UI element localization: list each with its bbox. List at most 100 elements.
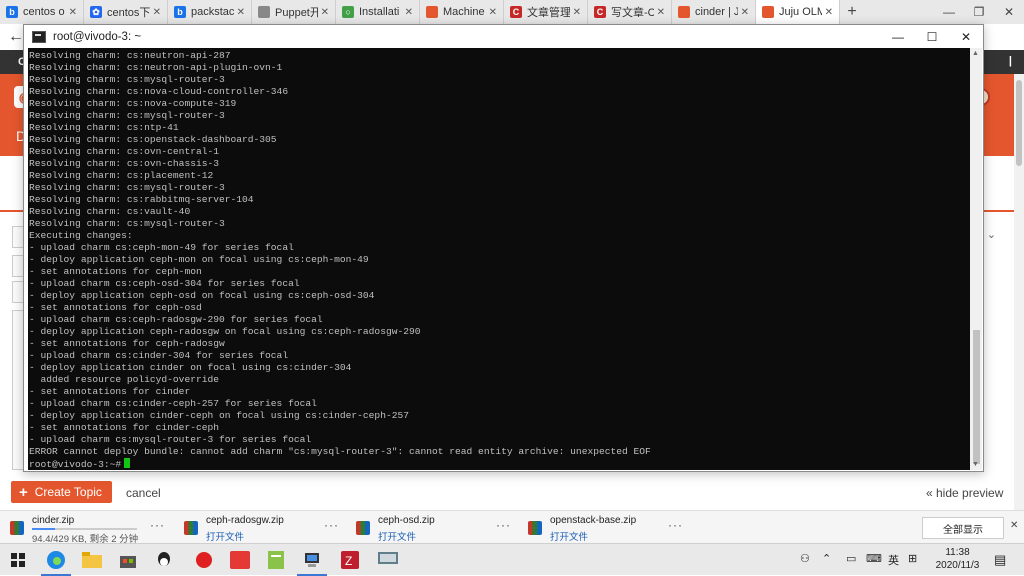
notepad-icon[interactable] bbox=[264, 548, 288, 572]
download-more-icon[interactable]: ··· bbox=[150, 518, 165, 532]
terminal-line: Resolving charm: cs:neutron-api-plugin-o… bbox=[29, 62, 283, 73]
download-more-icon[interactable]: ··· bbox=[668, 518, 683, 532]
tab-close-icon[interactable]: ✕ bbox=[69, 7, 77, 18]
restore-icon[interactable]: ❐ bbox=[964, 0, 994, 24]
remote-desktop-icon[interactable] bbox=[376, 548, 400, 572]
putty-icon[interactable] bbox=[300, 548, 324, 572]
terminal-titlebar[interactable]: root@vivodo-3: ~ — ☐ ✕ bbox=[24, 25, 983, 48]
terminal-close-icon[interactable]: ✕ bbox=[949, 25, 983, 48]
cancel-link[interactable]: cancel bbox=[126, 486, 161, 500]
terminal-prompt-line[interactable]: root@vivodo-3:~# bbox=[29, 458, 970, 470]
edge-browser-icon[interactable] bbox=[44, 548, 68, 572]
close-icon[interactable]: ✕ bbox=[994, 0, 1024, 24]
terminal-minimize-icon[interactable]: — bbox=[881, 25, 915, 48]
system-clock[interactable]: 11:38 2020/11/3 bbox=[930, 546, 985, 572]
terminal-line: Resolving charm: cs:nova-compute-319 bbox=[29, 98, 237, 109]
terminal-maximize-icon[interactable]: ☐ bbox=[915, 25, 949, 48]
terminal-output[interactable]: Resolving charm: cs:neutron-api-287 Resol… bbox=[28, 48, 970, 470]
chevron-down-icon[interactable]: ⌄ bbox=[987, 228, 996, 241]
tray-people-icon[interactable]: ⚇ bbox=[800, 552, 810, 565]
terminal-line: - set annotations for cinder bbox=[29, 386, 191, 397]
browser-tab[interactable]: cinder | J ✕ bbox=[672, 0, 756, 24]
terminal-line: Resolving charm: cs:mysql-router-3 bbox=[29, 182, 225, 193]
browser-tab[interactable]: b packstac ✕ bbox=[168, 0, 252, 24]
tab-close-icon[interactable]: ✕ bbox=[153, 7, 161, 18]
browser-tab[interactable]: Puppet开 ✕ bbox=[252, 0, 336, 24]
open-file-link[interactable]: 打开文件 bbox=[550, 529, 660, 543]
browser-tab[interactable]: ○ Installati ✕ bbox=[336, 0, 420, 24]
open-file-link[interactable]: 打开文件 bbox=[378, 529, 488, 543]
tab-favicon-icon: C bbox=[594, 6, 606, 18]
browser-tab[interactable]: Juju OLM ✕ bbox=[756, 0, 840, 24]
clock-date: 2020/11/3 bbox=[935, 560, 980, 571]
download-item[interactable]: ceph-osd.zip 打开文件 ··· bbox=[356, 515, 526, 543]
open-file-link[interactable]: 打开文件 bbox=[206, 529, 316, 543]
download-item[interactable]: ceph-radosgw.zip 打开文件 ··· bbox=[184, 515, 354, 543]
browser-tab[interactable]: b centos o ✕ bbox=[0, 0, 84, 24]
browser-tab[interactable]: ✿ centos下 ✕ bbox=[84, 0, 168, 24]
browser-tab-strip: b centos o ✕ ✿ centos下 ✕ b packstac ✕ Puppet开 ✕ ○ In… bbox=[0, 0, 1024, 24]
tab-close-icon[interactable]: ✕ bbox=[573, 7, 581, 18]
tab-favicon-icon: ✿ bbox=[90, 6, 102, 18]
tab-close-icon[interactable]: ✕ bbox=[321, 7, 329, 18]
ime-language-indicator[interactable]: 英 bbox=[888, 552, 899, 568]
tab-title: Juju OLM bbox=[779, 6, 822, 18]
new-tab-button[interactable]: + bbox=[840, 0, 864, 24]
zip-file-icon bbox=[10, 521, 24, 535]
tab-close-icon[interactable]: ✕ bbox=[657, 7, 665, 18]
tab-close-icon[interactable]: ✕ bbox=[489, 7, 497, 18]
netease-icon[interactable] bbox=[192, 548, 216, 572]
show-all-downloads-button[interactable]: 全部显示 bbox=[922, 517, 1004, 539]
download-more-icon[interactable]: ··· bbox=[324, 518, 339, 532]
browser-tab[interactable]: C 写文章-C ✕ bbox=[588, 0, 672, 24]
input-method-icon[interactable]: ⊞ bbox=[908, 552, 917, 565]
clock-time: 11:38 bbox=[945, 547, 970, 558]
terminal-line: - upload charm cs:ceph-radosgw-290 for s… bbox=[29, 314, 323, 325]
store-icon[interactable] bbox=[116, 548, 140, 572]
tab-close-icon[interactable]: ✕ bbox=[741, 7, 749, 18]
shell-prompt: root@vivodo-3:~# bbox=[29, 459, 122, 470]
tab-favicon-icon bbox=[762, 6, 774, 18]
browser-tab[interactable]: Machine ✕ bbox=[420, 0, 504, 24]
notification-icon[interactable]: ▤ bbox=[994, 552, 1006, 568]
windows-start-icon[interactable] bbox=[6, 548, 30, 572]
back-arrow-icon[interactable]: ← bbox=[8, 28, 24, 46]
youdao-icon[interactable] bbox=[228, 548, 252, 572]
hide-preview-link[interactable]: « hide preview bbox=[926, 486, 1003, 500]
browser-tab[interactable]: C 文章管理 ✕ bbox=[504, 0, 588, 24]
scroll-down-icon[interactable]: ▼ bbox=[972, 461, 979, 468]
filezilla-icon[interactable]: Z bbox=[338, 548, 362, 572]
download-more-icon[interactable]: ··· bbox=[496, 518, 511, 532]
network-icon[interactable]: ▭ bbox=[846, 552, 856, 565]
terminal-window[interactable]: root@vivodo-3: ~ — ☐ ✕ Resolving charm: … bbox=[23, 24, 984, 472]
keyboard-icon[interactable]: ⌨ bbox=[866, 552, 882, 565]
terminal-line: Resolving charm: cs:ovn-chassis-3 bbox=[29, 158, 219, 169]
file-explorer-icon[interactable] bbox=[80, 548, 104, 572]
terminal-scrollbar[interactable]: ▲ ▼ bbox=[970, 48, 982, 470]
minimize-icon[interactable]: — bbox=[934, 0, 964, 24]
tab-close-icon[interactable]: ✕ bbox=[825, 7, 833, 18]
tab-favicon-icon bbox=[258, 6, 270, 18]
terminal-line: - set annotations for ceph-osd bbox=[29, 302, 202, 313]
browser-window-controls: — ❐ ✕ bbox=[934, 0, 1024, 24]
tab-title: centos o bbox=[23, 6, 65, 18]
tab-favicon-icon: b bbox=[174, 6, 186, 18]
tab-title: 文章管理 bbox=[527, 7, 570, 19]
terminal-line: Resolving charm: cs:mysql-router-3 bbox=[29, 74, 225, 85]
scroll-up-icon[interactable]: ▲ bbox=[972, 50, 979, 57]
create-topic-button[interactable]: + Create Topic bbox=[11, 481, 112, 503]
tab-close-icon[interactable]: ✕ bbox=[237, 7, 245, 18]
tab-title: cinder | J bbox=[695, 6, 738, 18]
tray-chevron-icon[interactable]: ⌃ bbox=[822, 552, 831, 565]
tab-title: centos下 bbox=[107, 7, 150, 19]
download-bar-close-icon[interactable]: ✕ bbox=[1010, 520, 1018, 531]
page-scrollbar-thumb[interactable] bbox=[1016, 80, 1022, 166]
qq-icon[interactable] bbox=[152, 548, 176, 572]
terminal-line: - deploy application ceph-radosgw on foc… bbox=[29, 326, 421, 337]
download-item[interactable]: openstack-base.zip 打开文件 ··· bbox=[528, 515, 698, 543]
terminal-line: Resolving charm: cs:openstack-dashboard-… bbox=[29, 134, 277, 145]
tab-close-icon[interactable]: ✕ bbox=[405, 7, 413, 18]
terminal-scrollbar-thumb[interactable] bbox=[973, 330, 980, 464]
download-item[interactable]: cinder.zip 94.4/429 KB, 剩余 2 分钟 ··· bbox=[10, 515, 180, 545]
page-scrollbar[interactable] bbox=[1014, 74, 1024, 510]
